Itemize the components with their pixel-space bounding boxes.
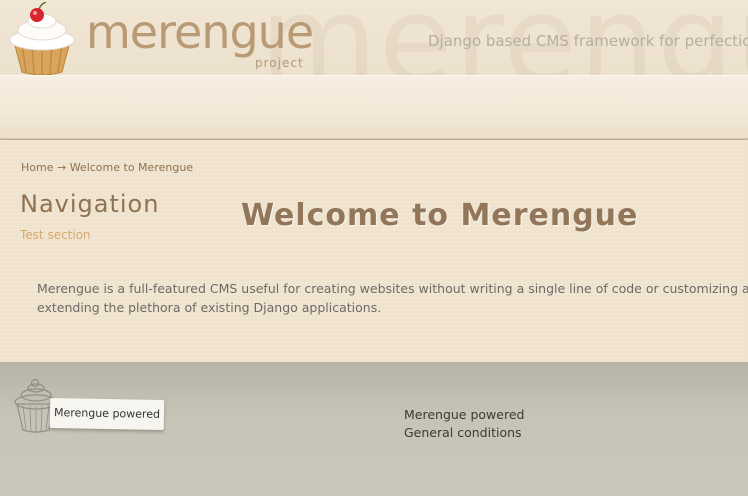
breadcrumb-separator: → <box>56 161 67 174</box>
site-tagline: Django based CMS framework for perfectio… <box>428 32 748 50</box>
sidebar-item-test-section[interactable]: Test section <box>20 228 91 242</box>
breadcrumb-home-link[interactable]: Home <box>21 161 53 174</box>
cupcake-logo-icon[interactable] <box>6 2 78 75</box>
intro-paragraph: Merengue is a full-featured CMS useful f… <box>37 281 748 315</box>
merengue-powered-badge[interactable]: Merengue powered <box>49 398 165 430</box>
breadcrumb: Home → Welcome to Merengue <box>21 161 193 174</box>
navigation-heading: Navigation <box>20 190 160 218</box>
footer-links: Merengue powered General conditions <box>404 406 524 442</box>
badge-label: Merengue powered <box>53 406 161 421</box>
footer-link-general-conditions[interactable]: General conditions <box>404 424 524 442</box>
page-title: Welcome to Merengue <box>241 198 639 233</box>
site-header: merengue merengue project Django based C… <box>0 0 748 75</box>
site-footer: Merengue powered Merengue powered Genera… <box>0 362 748 496</box>
breadcrumb-current: Welcome to Merengue <box>69 161 194 174</box>
main-content: Home → Welcome to Merengue Navigation Te… <box>0 140 748 362</box>
footer-link-merengue-powered[interactable]: Merengue powered <box>404 406 524 424</box>
logo-subtitle: project <box>255 56 304 70</box>
logo-text[interactable]: merengue <box>86 6 314 58</box>
menu-bar <box>0 75 748 139</box>
